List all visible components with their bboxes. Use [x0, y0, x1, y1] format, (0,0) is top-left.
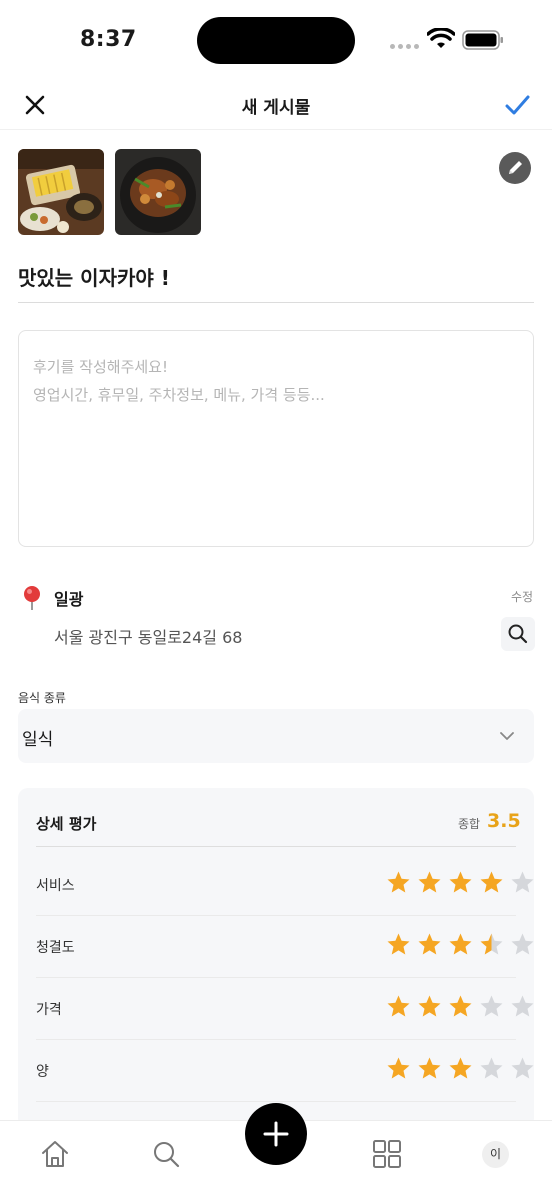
divider	[18, 302, 534, 303]
star-icon[interactable]	[417, 1056, 442, 1081]
rating-row-cleanliness: 청결도	[36, 916, 534, 978]
star-rating[interactable]	[386, 1056, 535, 1081]
food-type-select[interactable]: 일식	[18, 709, 534, 763]
photo-thumbnail-2[interactable]	[115, 149, 201, 235]
address-search-button[interactable]	[501, 617, 535, 651]
star-icon[interactable]	[448, 994, 473, 1019]
grid-icon[interactable]	[371, 1138, 403, 1170]
star-icon[interactable]	[386, 1056, 411, 1081]
cellular-signal-icon	[390, 44, 419, 49]
star-icon[interactable]	[448, 870, 473, 895]
rating-title: 상세 평가	[36, 815, 97, 833]
star-icon[interactable]	[510, 1056, 535, 1081]
rating-label: 양	[36, 1064, 49, 1080]
dynamic-island	[197, 17, 355, 64]
star-rating[interactable]	[386, 994, 535, 1019]
status-time: 8:37	[80, 27, 137, 52]
rating-label: 서비스	[36, 878, 75, 894]
place-address: 서울 광진구 동일로24길 68	[54, 628, 243, 647]
star-icon[interactable]	[448, 1056, 473, 1081]
star-icon[interactable]	[386, 932, 411, 957]
page-title: 새 게시물	[241, 98, 311, 118]
rating-row-service: 서비스	[36, 854, 534, 916]
edit-photos-button[interactable]	[499, 152, 531, 184]
profile-avatar[interactable]: 이	[482, 1141, 509, 1168]
star-icon[interactable]	[417, 932, 442, 957]
search-icon[interactable]	[150, 1138, 182, 1170]
food-type-label: 음식 종류	[18, 691, 66, 705]
review-placeholder-line-1: 후기를 작성해주세요!	[33, 358, 168, 376]
star-rating[interactable]	[386, 932, 535, 957]
pencil-icon	[509, 161, 522, 174]
photo-thumbnail-1[interactable]	[18, 149, 104, 235]
food-photo-1-image	[18, 149, 104, 235]
overall-rating-value: 3.5	[487, 810, 521, 832]
battery-icon	[462, 30, 503, 50]
star-icon[interactable]	[386, 870, 411, 895]
star-icon[interactable]	[479, 1056, 504, 1081]
review-placeholder-line-2: 영업시간, 휴무일, 주차정보, 메뉴, 가격 등등...	[33, 386, 325, 404]
star-icon[interactable]	[510, 870, 535, 895]
home-icon[interactable]	[39, 1138, 71, 1170]
star-icon[interactable]	[417, 994, 442, 1019]
divider	[36, 846, 516, 847]
check-icon[interactable]	[503, 91, 531, 119]
star-icon[interactable]	[479, 994, 504, 1019]
chevron-down-icon	[500, 732, 514, 740]
wifi-icon	[427, 28, 455, 48]
location-pin-icon	[24, 586, 40, 610]
food-photo-2-image	[115, 149, 201, 235]
rating-label: 청결도	[36, 940, 75, 956]
rating-card: 상세 평가 종합 3.5 서비스 청결도 가격 양	[18, 788, 534, 1128]
review-textarea[interactable]: 후기를 작성해주세요! 영업시간, 휴무일, 주차정보, 메뉴, 가격 등등..…	[18, 330, 534, 547]
rating-row-quantity: 양	[36, 1040, 534, 1102]
star-icon[interactable]	[479, 932, 504, 957]
star-icon[interactable]	[510, 932, 535, 957]
add-post-button[interactable]	[245, 1103, 307, 1165]
star-icon[interactable]	[386, 994, 411, 1019]
star-icon[interactable]	[417, 870, 442, 895]
rating-row-price: 가격	[36, 978, 534, 1040]
food-type-value: 일식	[22, 730, 54, 750]
star-rating[interactable]	[386, 870, 535, 895]
plus-icon	[263, 1121, 289, 1147]
overall-rating-label: 종합	[458, 817, 481, 831]
star-icon[interactable]	[510, 994, 535, 1019]
star-icon[interactable]	[448, 932, 473, 957]
star-icon[interactable]	[479, 870, 504, 895]
status-bar: 8:37	[0, 0, 552, 80]
place-name: 일광	[54, 590, 84, 609]
post-title[interactable]: 맛있는 이자카야 !	[18, 262, 170, 291]
place-edit-link[interactable]: 수정	[511, 588, 533, 605]
nav-header: 새 게시물	[0, 80, 552, 130]
rating-label: 가격	[36, 1002, 62, 1018]
search-icon	[508, 624, 528, 644]
